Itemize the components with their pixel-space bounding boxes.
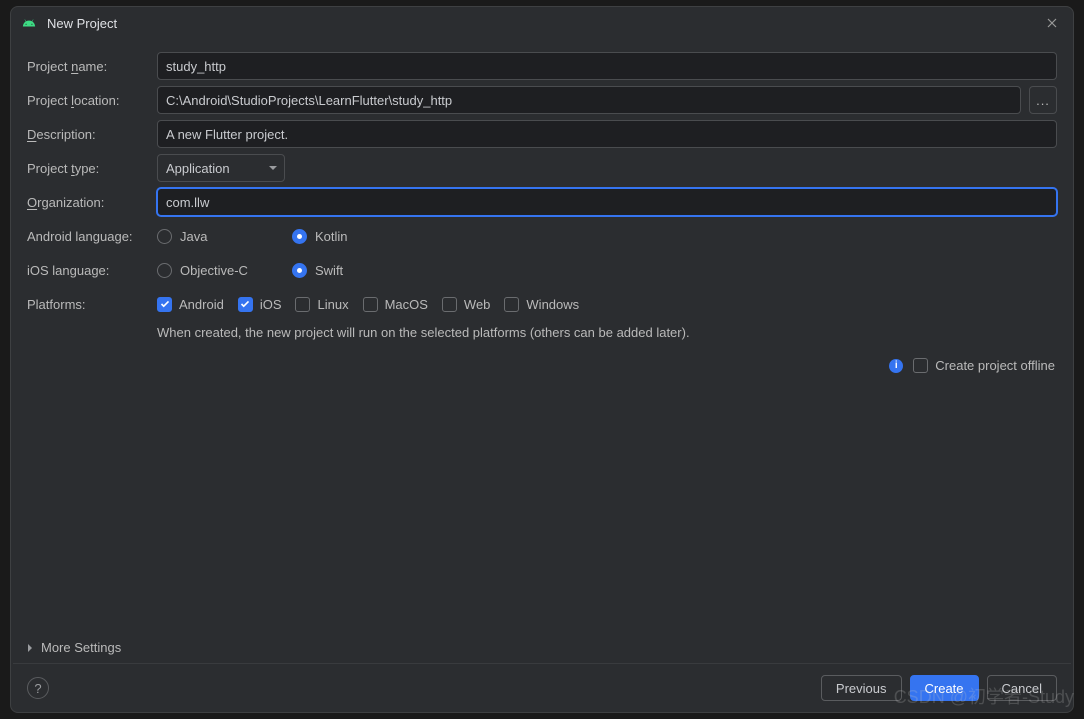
platform-ios-label: iOS [260, 297, 282, 312]
android-lang-kotlin-radio[interactable]: Kotlin [292, 229, 427, 244]
project-type-value: Application [166, 161, 230, 176]
checkbox-icon [442, 297, 457, 312]
ios-language-label: iOS language: [27, 263, 149, 278]
platforms-label: Platforms: [27, 297, 149, 312]
platform-windows-checkbox[interactable]: Windows [504, 297, 579, 312]
checkbox-icon [504, 297, 519, 312]
radio-icon [292, 263, 307, 278]
platform-android-checkbox[interactable]: Android [157, 297, 224, 312]
platform-web-label: Web [464, 297, 491, 312]
button-bar: ? Previous Create Cancel [11, 664, 1073, 712]
chevron-right-icon [25, 643, 35, 653]
create-button[interactable]: Create [910, 675, 979, 701]
android-icon [21, 15, 37, 31]
radio-icon [157, 263, 172, 278]
more-settings-toggle[interactable]: More Settings [11, 632, 1073, 663]
android-lang-java-radio[interactable]: Java [157, 229, 292, 244]
project-location-input[interactable] [157, 86, 1021, 114]
platform-linux-checkbox[interactable]: Linux [295, 297, 348, 312]
organization-label: Organization: [27, 195, 149, 210]
titlebar: New Project [11, 7, 1073, 39]
platform-ios-checkbox[interactable]: iOS [238, 297, 282, 312]
window-title: New Project [47, 16, 1031, 31]
platform-android-label: Android [179, 297, 224, 312]
organization-input[interactable] [157, 188, 1057, 216]
platform-web-checkbox[interactable]: Web [442, 297, 491, 312]
chevron-down-icon [268, 163, 278, 173]
radio-icon [292, 229, 307, 244]
project-type-label: Project type: [27, 161, 149, 176]
project-type-select[interactable]: Application [157, 154, 285, 182]
checkbox-icon [157, 297, 172, 312]
browse-location-button[interactable]: ... [1029, 86, 1057, 114]
checkbox-icon [295, 297, 310, 312]
android-language-label: Android language: [27, 229, 149, 244]
project-location-label: Project location: [27, 93, 149, 108]
radio-icon [157, 229, 172, 244]
description-input[interactable] [157, 120, 1057, 148]
info-icon[interactable]: i [889, 359, 903, 373]
platform-windows-label: Windows [526, 297, 579, 312]
project-name-label: Project name: [27, 59, 149, 74]
ios-lang-objc-radio[interactable]: Objective-C [157, 263, 292, 278]
checkbox-icon [363, 297, 378, 312]
help-button[interactable]: ? [27, 677, 49, 699]
checkbox-icon [238, 297, 253, 312]
project-name-input[interactable] [157, 52, 1057, 80]
platform-macos-label: MacOS [385, 297, 428, 312]
platforms-hint: When created, the new project will run o… [27, 325, 1057, 340]
new-project-dialog: New Project Project name: Project locati… [10, 6, 1074, 713]
checkbox-icon [913, 358, 928, 373]
form-area: Project name: Project location: ... Desc… [11, 39, 1073, 632]
cancel-button[interactable]: Cancel [987, 675, 1057, 701]
description-label: Description: [27, 127, 149, 142]
previous-button[interactable]: Previous [821, 675, 902, 701]
close-icon[interactable] [1041, 12, 1063, 34]
create-offline-checkbox[interactable]: Create project offline [913, 358, 1055, 373]
platform-linux-label: Linux [317, 297, 348, 312]
platform-macos-checkbox[interactable]: MacOS [363, 297, 428, 312]
ios-lang-swift-radio[interactable]: Swift [292, 263, 427, 278]
